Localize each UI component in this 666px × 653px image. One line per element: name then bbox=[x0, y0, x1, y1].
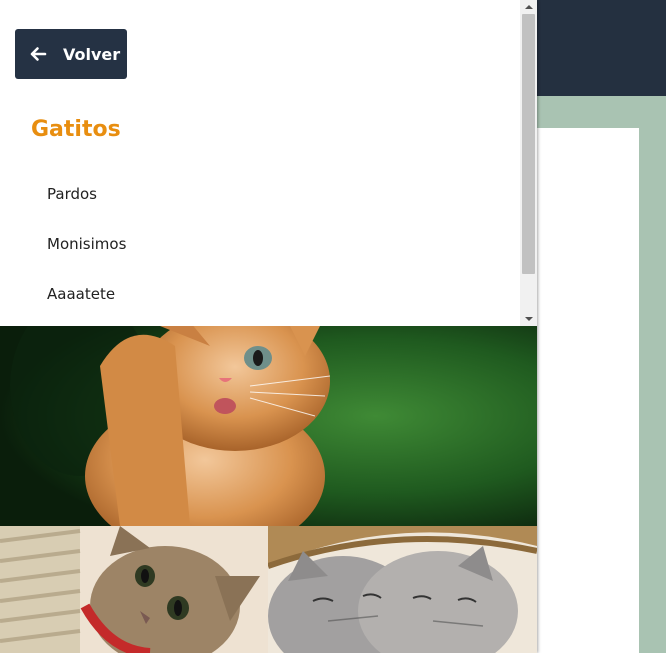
menu-title: Gatitos bbox=[31, 117, 121, 142]
photo-tabby-kitten[interactable] bbox=[0, 526, 268, 653]
scroll-up-arrow-icon[interactable] bbox=[520, 0, 537, 14]
kitten-gallery bbox=[0, 326, 537, 653]
back-button-label: Volver bbox=[63, 44, 121, 64]
menu-item-monisimos[interactable]: Monisimos bbox=[0, 220, 520, 270]
arrow-left-icon bbox=[29, 45, 47, 63]
side-drawer: Volver Gatitos Pardos Monisimos Aaaatete bbox=[0, 0, 537, 653]
drawer-menu: Volver Gatitos Pardos Monisimos Aaaatete bbox=[0, 0, 520, 326]
menu-scrollbar[interactable] bbox=[520, 0, 537, 326]
scroll-down-arrow-icon[interactable] bbox=[520, 312, 537, 326]
back-button[interactable]: Volver bbox=[15, 29, 127, 79]
menu-list: Pardos Monisimos Aaaatete bbox=[0, 170, 520, 320]
photo-orange-kitten[interactable] bbox=[0, 326, 537, 526]
photo-kittens-basket[interactable] bbox=[268, 526, 537, 653]
menu-item-aaaatete[interactable]: Aaaatete bbox=[0, 270, 520, 320]
scroll-thumb[interactable] bbox=[522, 14, 535, 274]
page-content-card bbox=[537, 128, 639, 653]
menu-item-pardos[interactable]: Pardos bbox=[0, 170, 520, 220]
